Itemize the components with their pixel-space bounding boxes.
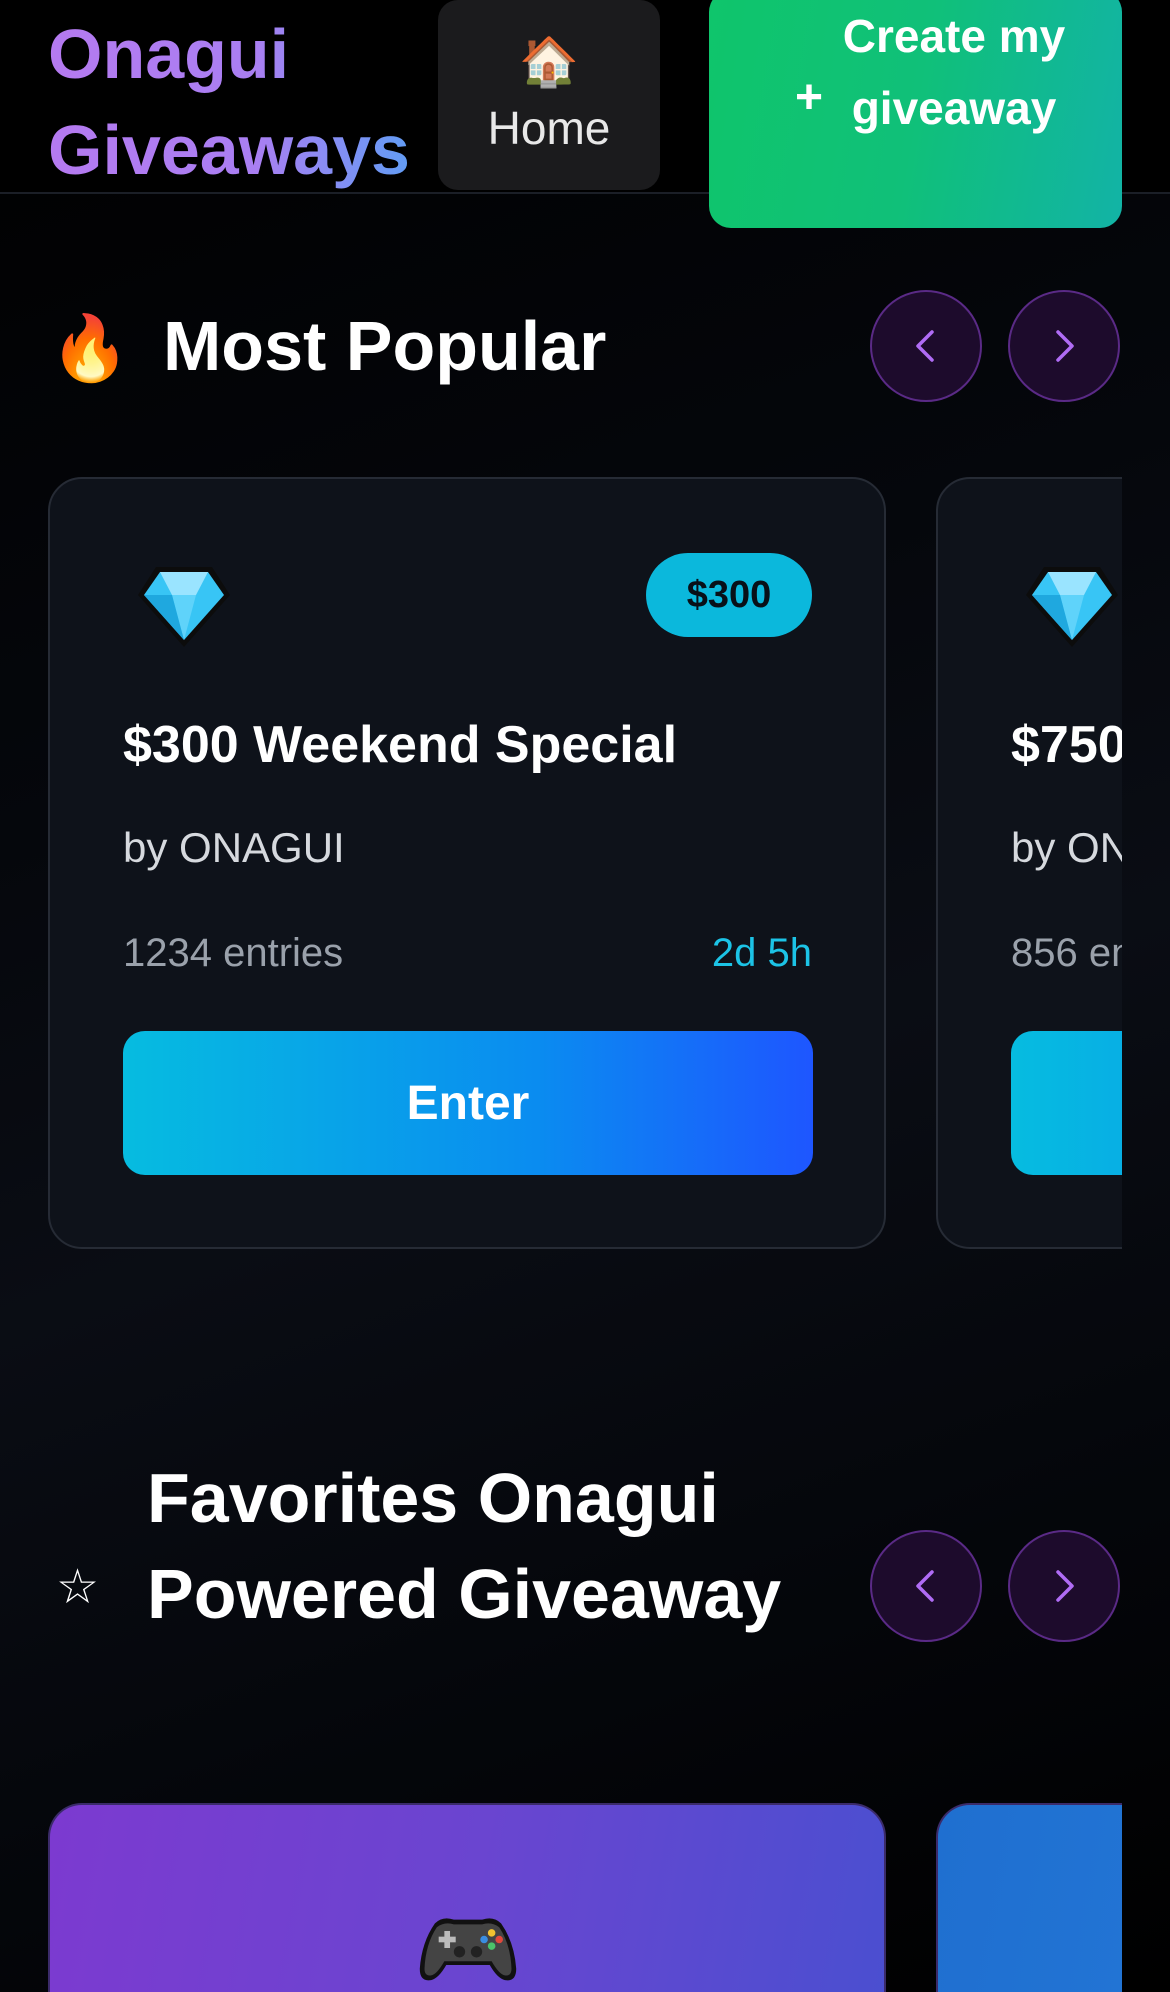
chevron-right-icon [1056,1570,1074,1602]
giveaway-author: by ON [1011,824,1122,871]
giveaway-author: by ONAGUI [123,824,345,871]
enter-button[interactable] [1011,1031,1122,1175]
chevron-left-icon [916,330,934,362]
most-popular-prev-button[interactable] [870,290,982,402]
giveaway-entries: 856 en [1011,931,1122,975]
diamond-icon [138,567,230,647]
enter-button[interactable]: Enter [123,1031,813,1175]
giveaway-entries: 1234 entries [123,931,344,975]
star-icon: ☆ [56,1561,100,1614]
favorites-next-button[interactable] [1008,1530,1120,1642]
giveaway-time-left: 2d 5h [711,931,812,975]
giveaway-card[interactable]: $300 $300 Weekend Special by ONAGUI 1234… [48,477,886,1249]
section-title: Favorites Onagui Powered Giveaway [147,1459,782,1633]
create-giveaway-button[interactable]: + Create my giveaway [709,0,1122,228]
chevron-right-icon [1056,330,1074,362]
diamond-icon [1026,567,1118,647]
page: Onagui Giveaways 🏠 Home + Create my give… [0,0,1170,1992]
create-giveaway-label: Create my giveaway [842,10,1066,134]
top-header: Onagui Giveaways 🏠 Home + Create my give… [0,0,1170,228]
gamepad-icon [419,1918,517,1981]
giveaway-title: $300 Weekend Special [123,716,678,774]
favorite-giveaway-card[interactable] [48,1803,886,1992]
chevron-left-icon [916,1570,934,1602]
giveaway-card[interactable]: $750 by ON 856 en [936,477,1122,1249]
favorites-carousel[interactable] [0,1803,1122,1992]
house-icon: 🏠 [519,36,579,89]
most-popular-carousel[interactable]: $300 $300 Weekend Special by ONAGUI 1234… [0,477,1122,1253]
brand-logo-text[interactable]: Onagui Giveaways [48,6,428,198]
most-popular-next-button[interactable] [1008,290,1120,402]
favorite-giveaway-card[interactable] [936,1803,1122,1992]
home-label: Home [487,102,611,154]
section-title: Most Popular [163,307,607,385]
favorites-header: ☆ Favorites Onagui Powered Giveaway [0,1450,1170,1720]
prize-badge: $300 [646,553,812,637]
giveaway-title: $750 [1011,716,1122,774]
most-popular-header: 🔥 Most Popular [0,290,1170,402]
home-button[interactable]: 🏠 Home [438,0,660,190]
favorites-prev-button[interactable] [870,1530,982,1642]
fire-icon: 🔥 [50,312,130,384]
